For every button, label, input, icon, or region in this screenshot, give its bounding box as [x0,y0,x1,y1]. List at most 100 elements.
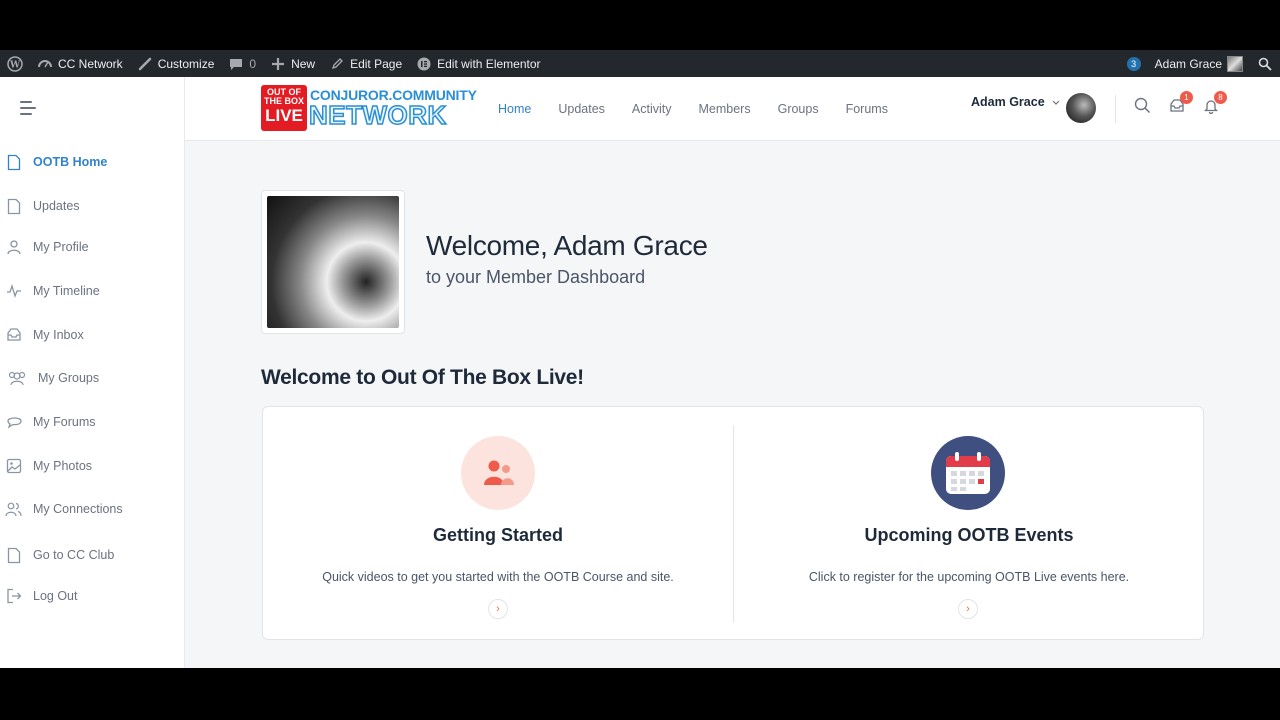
page-icon [5,197,23,215]
nav-activity[interactable]: Activity [632,102,672,116]
comment-icon [228,56,244,72]
sidebar-item-label: My Groups [38,371,100,385]
new-content-link[interactable]: New [263,50,322,77]
nav-groups[interactable]: Groups [778,102,819,116]
site-name-link[interactable]: CC Network [30,50,130,77]
calendar-icon [931,436,1005,510]
wp-logo-button[interactable]: W [0,50,30,77]
sidebar-item-my-connections[interactable]: My Connections [5,499,123,519]
site-header: OUT OF THE BOX LIVE CONJUROR.COMMUNITY N… [185,77,1280,141]
nav-members[interactable]: Members [699,102,751,116]
user-avatar[interactable] [1066,93,1096,123]
menu-toggle-icon[interactable] [20,101,38,119]
brush-icon [137,56,153,72]
sidebar-item-my-photos[interactable]: My Photos [5,456,92,476]
comments-count: 0 [249,56,257,71]
card-getting-started[interactable]: Getting Started Quick videos to get you … [263,407,733,641]
dashboard-cards: Getting Started Quick videos to get you … [262,406,1204,640]
search-icon [1134,97,1151,119]
sidebar-item-label: My Connections [33,502,123,516]
groups-icon [5,369,28,387]
sidebar-item-my-timeline[interactable]: My Timeline [5,281,100,301]
users-icon [461,436,535,510]
card-description: Quick videos to get you started with the… [322,570,674,584]
logout-icon [5,587,23,605]
inbox-icon [5,326,23,344]
notifications-button[interactable]: 8 [1202,91,1227,117]
sidebar-item-label: My Forums [33,415,96,429]
notifications-badge: 8 [1214,91,1227,104]
admin-search-button[interactable] [1250,50,1280,77]
main-nav: Home Updates Activity Members Groups For… [498,77,888,140]
chevron-right-icon[interactable]: › [488,599,508,619]
notification-badge: 3 [1126,56,1141,71]
nav-forums[interactable]: Forums [846,102,888,116]
messages-button[interactable]: 1 [1168,91,1193,117]
sidebar-item-my-profile[interactable]: My Profile [5,237,89,257]
sidebar-item-label: My Inbox [33,328,84,342]
svg-text:W: W [9,60,21,70]
activity-icon [5,282,23,300]
edit-elementor-link[interactable]: Edit with Elementor [409,50,547,77]
elementor-icon [416,56,432,72]
sidebar-item-updates[interactable]: Updates [5,196,80,216]
plus-icon [270,56,286,72]
card-upcoming-events[interactable]: Upcoming OOTB Events Click to register f… [734,407,1204,641]
messages-badge: 1 [1180,91,1193,104]
site-name: CC Network [58,56,123,71]
pencil-icon [329,56,345,72]
sidebar-item-label: Go to CC Club [33,548,115,562]
header-search-button[interactable] [1133,97,1151,119]
forums-icon [5,413,23,431]
browser-viewport: W CC Network Customize 0 New Edit Page E… [0,50,1280,668]
user-menu[interactable]: Adam Grace [971,95,1060,109]
logo-badge-line3: LIVE [265,106,303,125]
user-name: Adam Grace [971,95,1045,109]
wordpress-icon: W [7,55,23,72]
edit-elementor-label: Edit with Elementor [437,56,541,71]
page-icon [5,153,23,171]
sidebar-item-label: My Photos [33,459,93,473]
edit-page-label: Edit Page [350,56,403,71]
nav-updates[interactable]: Updates [558,102,605,116]
logo-bottom-text: NETWORK [308,100,447,130]
notification-count-button[interactable]: 3 [1120,50,1148,77]
chevron-down-icon [1052,95,1060,109]
admin-user-name: Adam Grace [1154,56,1222,71]
header-divider [1115,95,1116,123]
chevron-right-icon[interactable]: › [958,599,978,619]
connections-icon [5,500,23,518]
new-label: New [291,56,316,71]
section-title: Welcome to Out Of The Box Live! [261,366,584,389]
my-account-link[interactable]: Adam Grace [1148,50,1250,77]
logo-badge-line2: THE BOX [263,96,304,106]
profile-photo[interactable] [261,190,405,334]
card-title: Getting Started [432,525,563,545]
site-logo[interactable]: OUT OF THE BOX LIVE CONJUROR.COMMUNITY N… [261,85,477,131]
page-icon [5,546,23,564]
sidebar-item-ootb-home[interactable]: OOTB Home [5,152,107,172]
wp-admin-bar: W CC Network Customize 0 New Edit Page E… [0,50,1280,77]
profile-image [267,196,399,328]
customize-link[interactable]: Customize [130,50,222,77]
customize-label: Customize [157,56,215,71]
comments-link[interactable]: 0 [221,50,263,77]
sidebar-item-go-to-cc-club[interactable]: Go to CC Club [5,545,114,565]
sidebar-item-my-groups[interactable]: My Groups [5,368,99,388]
sidebar-item-log-out[interactable]: Log Out [5,586,77,606]
card-title: Upcoming OOTB Events [864,525,1074,545]
sidebar-item-label: Log Out [33,589,78,603]
logo-badge: OUT OF THE BOX LIVE [261,85,307,131]
admin-avatar [1227,55,1243,72]
sidebar-item-my-forums[interactable]: My Forums [5,412,96,432]
left-sidebar: OOTB Home Updates My Profile My Timeline… [0,77,185,668]
card-description: Click to register for the upcoming OOTB … [808,570,1130,584]
photos-icon [5,457,23,475]
edit-page-link[interactable]: Edit Page [322,50,409,77]
sidebar-item-label: OOTB Home [33,155,108,169]
sidebar-item-label: My Profile [33,240,89,254]
sidebar-item-my-inbox[interactable]: My Inbox [5,325,84,345]
welcome-subheading: to your Member Dashboard [426,267,646,287]
search-icon [1257,56,1273,72]
nav-home[interactable]: Home [498,102,531,116]
